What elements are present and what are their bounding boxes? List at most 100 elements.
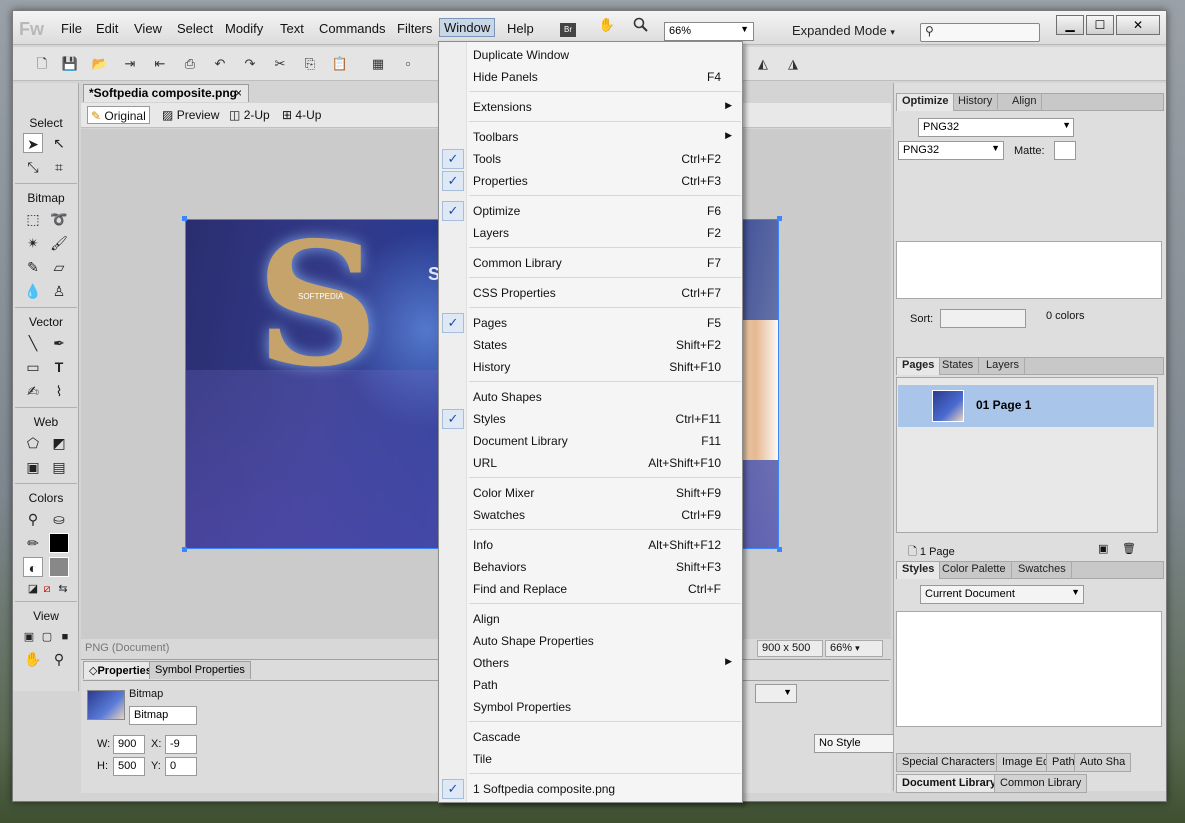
- menu-item-states[interactable]: States Shift+F2: [439, 334, 742, 356]
- flip-vertical-icon[interactable]: ◮: [784, 55, 802, 73]
- undo-icon[interactable]: ↶: [211, 55, 229, 73]
- swap-colors-icon[interactable]: ⇆: [53, 579, 73, 599]
- stamp-tool-icon[interactable]: ♙: [49, 281, 69, 301]
- tab-optimize[interactable]: Optimize: [897, 94, 955, 111]
- stroke-color-swatch[interactable]: [49, 533, 69, 553]
- stroke-color-icon[interactable]: ✏: [23, 533, 43, 553]
- view-preview-button[interactable]: ▨ Preview: [159, 106, 222, 124]
- fill-color-swatch[interactable]: [49, 557, 69, 577]
- tab-color-palette[interactable]: Color Palette: [937, 562, 1012, 579]
- eraser-tool-icon[interactable]: ▱: [49, 257, 69, 277]
- width-input[interactable]: 900: [113, 735, 145, 754]
- view-4up-button[interactable]: ⊞ 4-Up: [279, 106, 324, 124]
- new-document-icon[interactable]: 🗋: [33, 55, 51, 73]
- canvas-size-label[interactable]: 900 x 500: [757, 640, 823, 657]
- flip-horizontal-icon[interactable]: ◭: [754, 55, 772, 73]
- line-tool-icon[interactable]: ╲: [23, 333, 43, 353]
- selection-handle[interactable]: [182, 547, 187, 552]
- menu-item-cascade[interactable]: Cascade: [439, 726, 742, 748]
- menu-item-info[interactable]: Info Alt+Shift+F12: [439, 534, 742, 556]
- knife-tool-icon[interactable]: ⌇: [49, 381, 69, 401]
- subselect-tool-icon[interactable]: ↖: [49, 133, 69, 153]
- eyedropper-tool-icon[interactable]: ⚲: [23, 509, 43, 529]
- menu-select[interactable]: Select: [177, 19, 213, 38]
- menu-help[interactable]: Help: [507, 19, 534, 38]
- close-button[interactable]: ✕: [1116, 15, 1160, 35]
- close-tab-icon[interactable]: ×: [235, 86, 242, 100]
- menu-item-hide-panels[interactable]: Hide Panels F4: [439, 66, 742, 88]
- lasso-tool-icon[interactable]: ➰: [49, 209, 69, 229]
- x-input[interactable]: -9: [165, 735, 197, 754]
- paint-bucket-tool-icon[interactable]: ⛀: [49, 509, 69, 529]
- new-page-icon[interactable]: ▣: [1098, 542, 1108, 555]
- brush-tool-icon[interactable]: 🖌: [49, 233, 69, 253]
- copy-icon[interactable]: ⎘: [301, 55, 319, 73]
- tab-properties[interactable]: ◇Properties: [83, 661, 158, 679]
- maximize-button[interactable]: ☐: [1086, 15, 1114, 35]
- menu-window[interactable]: Window: [439, 18, 496, 37]
- tab-styles[interactable]: Styles: [897, 562, 941, 579]
- menu-item-auto-shape-properties[interactable]: Auto Shape Properties: [439, 630, 742, 652]
- height-input[interactable]: 500: [113, 757, 145, 776]
- menu-item-pages[interactable]: ✓ Pages F5: [439, 312, 742, 334]
- show-slices-icon[interactable]: ▤: [49, 457, 69, 477]
- menu-item-document-library[interactable]: Document Library F11: [439, 430, 742, 452]
- pointer-tool-icon[interactable]: ➤: [23, 133, 43, 153]
- matte-color-swatch[interactable]: [1054, 141, 1076, 160]
- group-icon[interactable]: ▦: [369, 55, 387, 73]
- text-tool-icon[interactable]: T: [49, 357, 69, 377]
- import-icon[interactable]: ⇥: [121, 55, 139, 73]
- menu-text[interactable]: Text: [280, 19, 304, 38]
- menu-item-swatches[interactable]: Swatches Ctrl+F9: [439, 504, 742, 526]
- marquee-tool-icon[interactable]: ⬚: [23, 209, 43, 229]
- menu-item-duplicate-window[interactable]: Duplicate Window: [439, 44, 742, 66]
- hand-icon[interactable]: ✋: [597, 17, 617, 37]
- pen-tool-icon[interactable]: ✒: [49, 333, 69, 353]
- bridge-button[interactable]: Br: [560, 23, 576, 37]
- menu-item-history[interactable]: History Shift+F10: [439, 356, 742, 378]
- slice-tool-icon[interactable]: ◩: [49, 433, 69, 453]
- menu-item-symbol-properties[interactable]: Symbol Properties: [439, 696, 742, 718]
- print-icon[interactable]: ⎙: [181, 55, 199, 73]
- blur-tool-icon[interactable]: 💧: [23, 281, 43, 301]
- menu-item-url[interactable]: URL Alt+Shift+F10: [439, 452, 742, 474]
- selection-handle[interactable]: [777, 547, 782, 552]
- hide-slices-icon[interactable]: ▣: [23, 457, 43, 477]
- tab-swatches[interactable]: Swatches: [1013, 562, 1072, 579]
- export-format-select[interactable]: PNG32 ▼: [898, 141, 1004, 160]
- menu-item-1-softpedia-composite-png[interactable]: ✓ 1 Softpedia composite.png: [439, 778, 742, 800]
- pencil-tool-icon[interactable]: ✎: [23, 257, 43, 277]
- zoom-icon[interactable]: [631, 17, 651, 37]
- tab-common-library[interactable]: Common Library: [994, 774, 1088, 793]
- search-input[interactable]: ⚲: [920, 23, 1040, 42]
- menu-item-common-library[interactable]: Common Library F7: [439, 252, 742, 274]
- view-original-button[interactable]: ✎ Original: [87, 106, 150, 124]
- object-name-input[interactable]: Bitmap: [129, 706, 197, 725]
- view-2up-button[interactable]: ◫ 2-Up: [226, 106, 273, 124]
- menu-file[interactable]: File: [61, 19, 82, 38]
- canvas-zoom-select[interactable]: 66% ▾: [825, 640, 883, 657]
- tab-symbol-properties[interactable]: Symbol Properties: [149, 661, 251, 679]
- scale-tool-icon[interactable]: ⤡: [23, 157, 43, 177]
- selection-handle[interactable]: [182, 216, 187, 221]
- tab-states[interactable]: States: [937, 358, 980, 375]
- ungroup-icon[interactable]: ▫: [399, 55, 417, 73]
- selection-handle[interactable]: [777, 216, 782, 221]
- menu-item-layers[interactable]: Layers F2: [439, 222, 742, 244]
- menu-item-styles[interactable]: ✓ Styles Ctrl+F11: [439, 408, 742, 430]
- rectangle-tool-icon[interactable]: ▭: [23, 357, 43, 377]
- tab-history[interactable]: History: [953, 94, 999, 111]
- menu-item-optimize[interactable]: ✓ Optimize F6: [439, 200, 742, 222]
- full-screen-menus-icon[interactable]: ▢: [37, 627, 57, 647]
- tab-document-library[interactable]: Document Library: [896, 774, 1003, 793]
- blend-mode-select[interactable]: ▼: [755, 684, 797, 703]
- menu-item-auto-shapes[interactable]: Auto Shapes: [439, 386, 742, 408]
- menu-commands[interactable]: Commands: [319, 19, 385, 38]
- document-tab[interactable]: *Softpedia composite.png ×: [83, 84, 249, 102]
- sort-select[interactable]: [940, 309, 1026, 328]
- tab-pages[interactable]: Pages: [897, 358, 941, 375]
- tab-layers[interactable]: Layers: [981, 358, 1026, 375]
- tab-align[interactable]: Align: [1007, 94, 1043, 111]
- redo-icon[interactable]: ↷: [241, 55, 259, 73]
- export-preset-select[interactable]: PNG32 ▼: [918, 118, 1074, 137]
